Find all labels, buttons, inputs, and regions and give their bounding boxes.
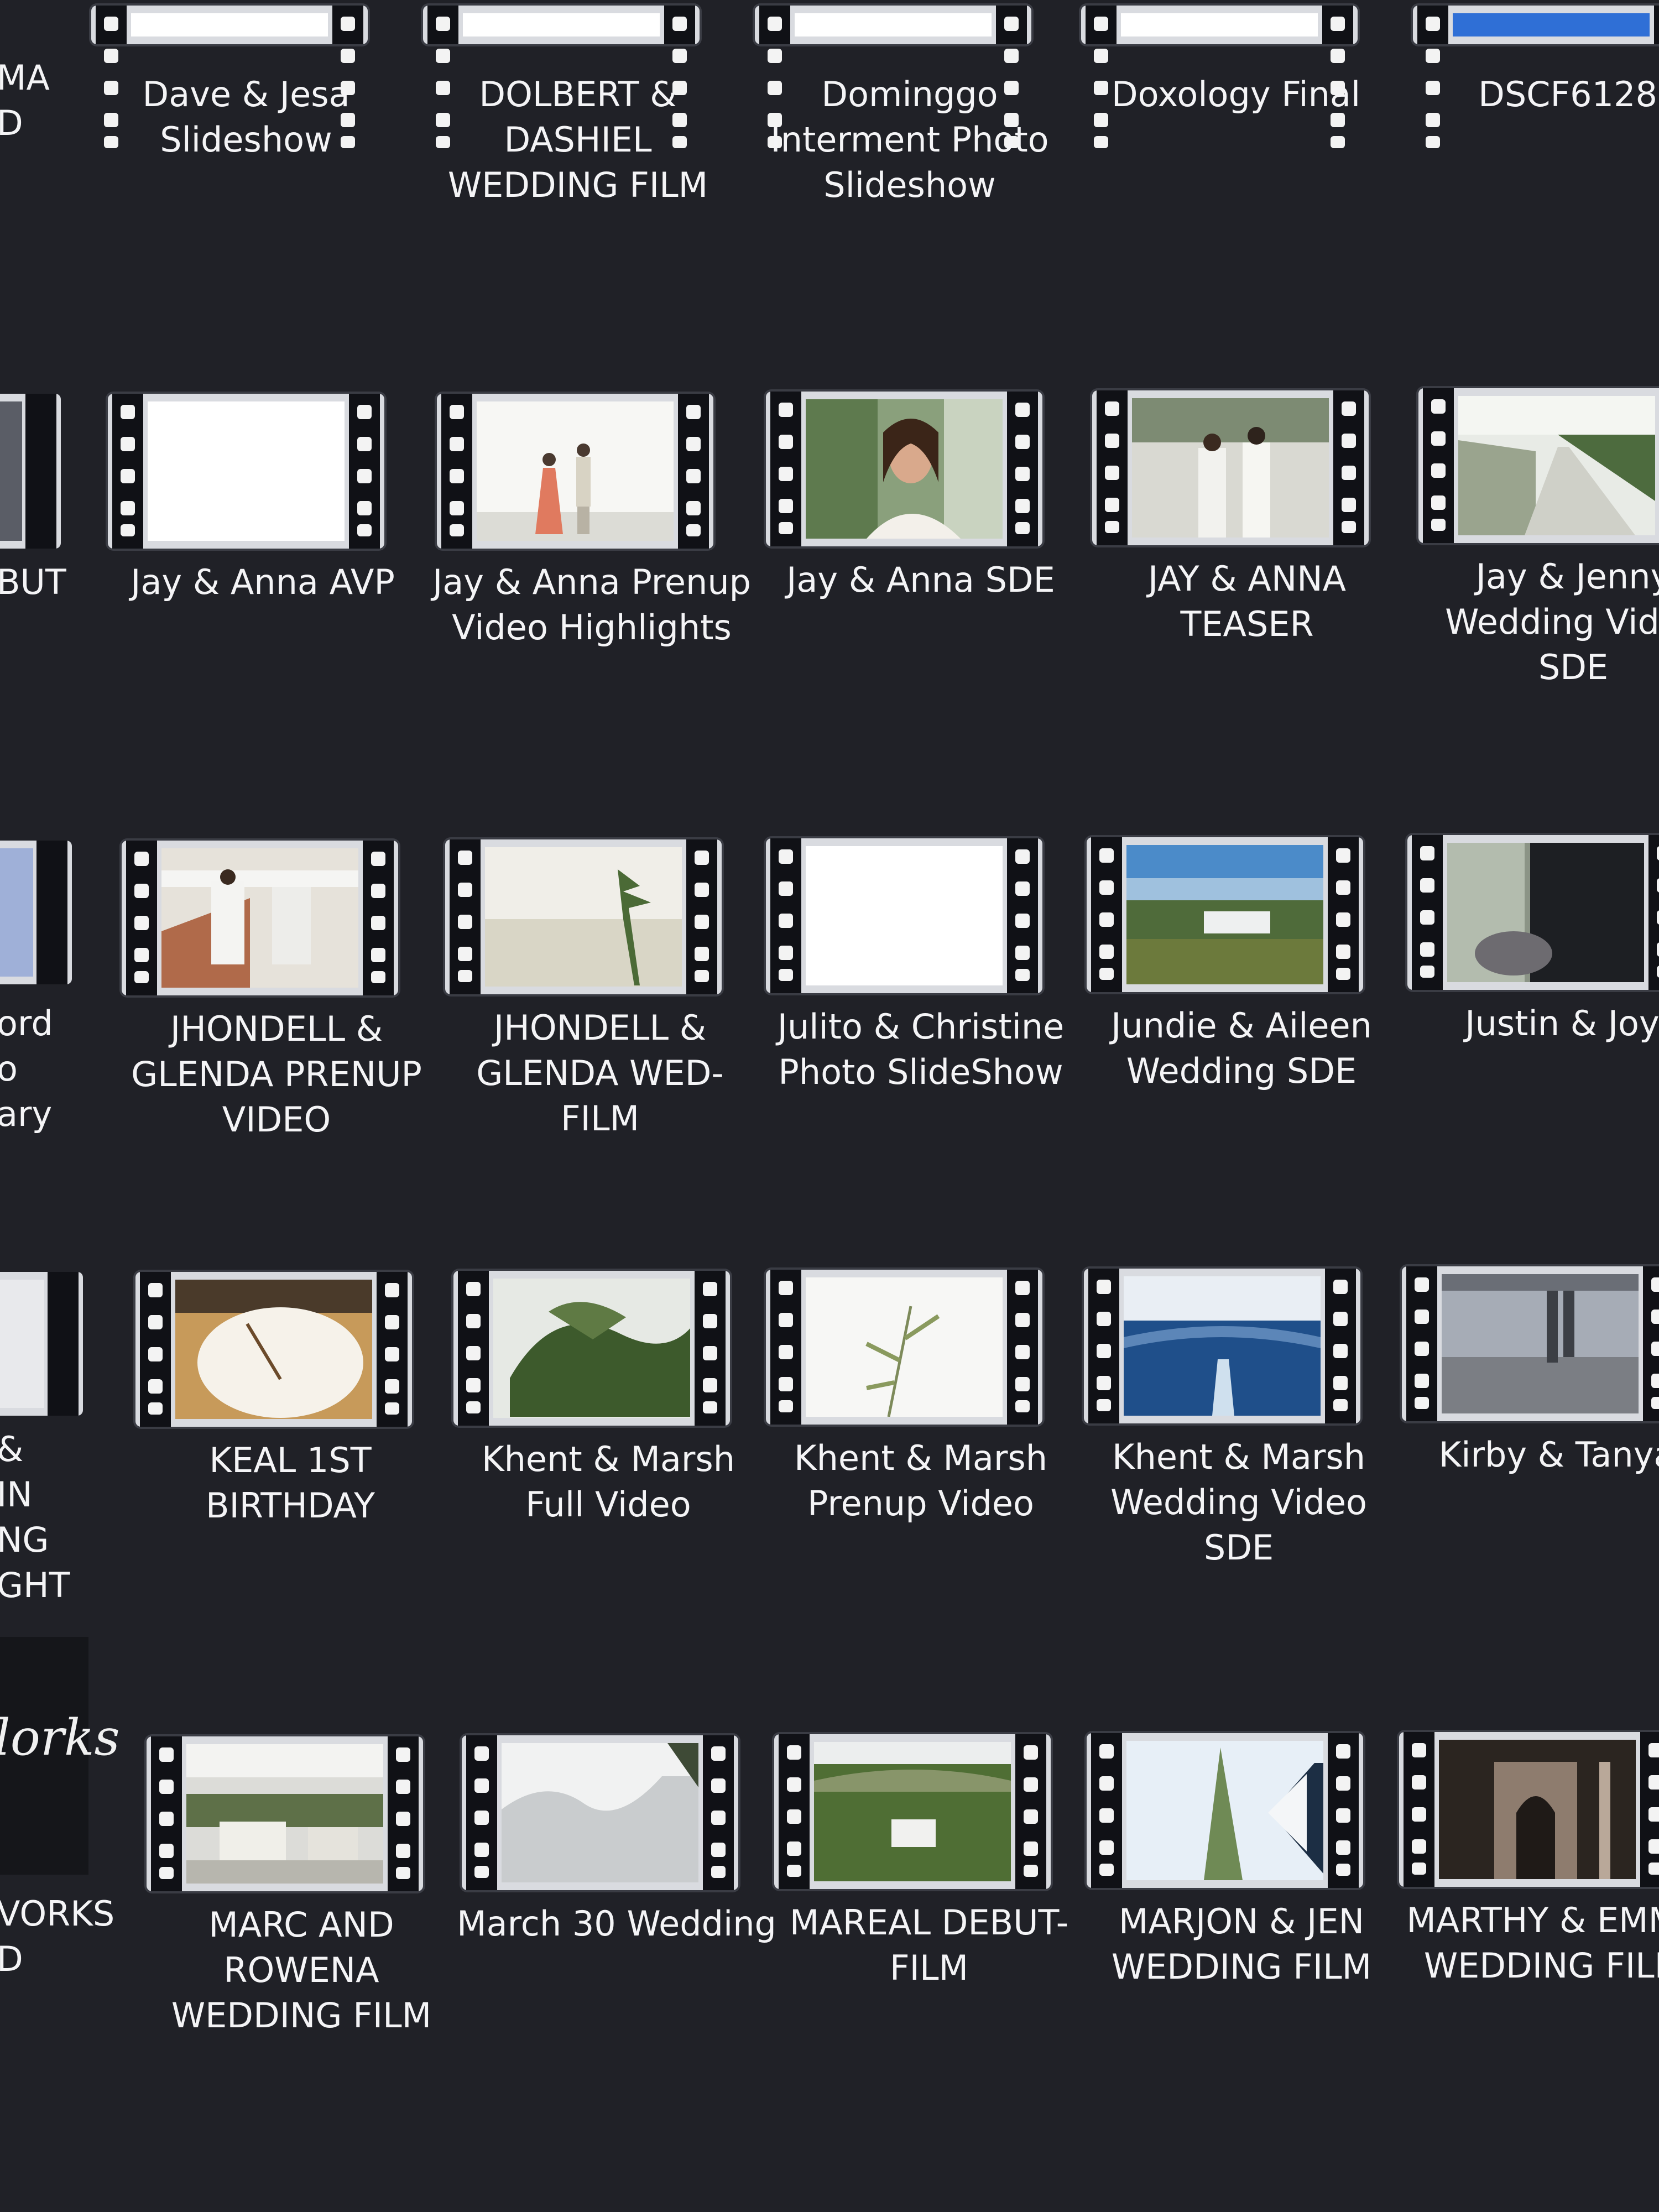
- video-thumbnail: [122, 841, 398, 995]
- video-label: Julito & Christine Photo SlideShow: [777, 1006, 1065, 1092]
- video-thumbnail: [1081, 6, 1358, 148]
- video-thumbnail: [135, 1272, 412, 1427]
- video-thumbnail: [445, 839, 722, 994]
- video-label: Dominggo Interment Photo Slideshow: [770, 74, 1049, 205]
- video-thumbnail: [755, 6, 1031, 148]
- partial-label-row1[interactable]: MA D: [0, 55, 50, 146]
- video-thumbnail: [766, 1270, 1042, 1425]
- partial-label-row4[interactable]: & IN NG GHT: [0, 1427, 70, 1608]
- video-label: JHONDELL & GLENDA WED-FILM: [476, 1008, 724, 1139]
- video-thumbnail: [1084, 1269, 1360, 1423]
- video-label: DOLBERT & DASHIEL WEDDING FILM: [447, 74, 708, 205]
- video-label: MARTHY & EMMA WEDDING FILM: [1406, 1900, 1659, 1986]
- video-label: Jay & Anna SDE: [786, 560, 1055, 600]
- video-thumbnail: [1087, 1733, 1363, 1888]
- video-label: Khent & Marsh Wedding Video SDE: [1110, 1437, 1367, 1568]
- video-label: Khent & Marsh Prenup Video: [794, 1438, 1048, 1524]
- video-label: DSCF6128: [1478, 74, 1657, 114]
- video-thumbnail: [1092, 390, 1369, 545]
- partial-label-row3[interactable]: ord o ary: [0, 1001, 53, 1137]
- video-label: Jay & Anna Prenup Video Highlights: [432, 562, 751, 648]
- video-thumbnail: [766, 392, 1042, 546]
- video-label: Jay & Anna AVP: [131, 562, 395, 602]
- video-label: Justin & Joy: [1465, 1003, 1659, 1044]
- video-label: Dave & Jesa Slideshow: [142, 74, 350, 160]
- video-thumbnail: [462, 1735, 738, 1890]
- partial-thumbnail-row3[interactable]: [0, 841, 72, 984]
- video-thumbnail: [1418, 388, 1659, 543]
- video-thumbnail: [1402, 1266, 1659, 1421]
- video-label: KEAL 1ST BIRTHDAY: [205, 1440, 375, 1526]
- video-label: Doxology Final: [1111, 74, 1361, 114]
- video-label: Jundie & Aileen Wedding SDE: [1111, 1005, 1372, 1091]
- video-thumbnail: [1407, 835, 1659, 990]
- video-thumbnail: [1087, 837, 1363, 992]
- partial-logo-thumbnail[interactable]: lorks: [0, 1637, 120, 1875]
- video-thumbnail: [91, 6, 368, 148]
- video-label: Jay & Jenny Wedding Video SDE: [1445, 556, 1659, 687]
- works-logo-text: lorks: [0, 1709, 120, 1767]
- partial-label-row2[interactable]: BUT: [0, 560, 66, 605]
- video-thumbnail: [108, 394, 384, 549]
- video-thumbnail: [1413, 6, 1659, 148]
- video-label: March 30 Wedding: [457, 1903, 776, 1944]
- video-thumbnail: [453, 1271, 730, 1426]
- video-thumbnail: [147, 1736, 423, 1891]
- video-label: MAREAL DEBUT-FILM: [789, 1902, 1069, 1988]
- video-thumbnail: [766, 838, 1042, 993]
- partial-thumbnail-row4[interactable]: [0, 1272, 83, 1416]
- video-label: JAY & ANNA TEASER: [1147, 559, 1346, 644]
- video-label: JHONDELL & GLENDA PRENUP VIDEO: [131, 1009, 422, 1140]
- partial-label-row5[interactable]: VORKS D: [0, 1891, 114, 1982]
- video-label: Khent & Marsh Full Video: [481, 1439, 735, 1525]
- partial-thumbnail-row2[interactable]: [0, 394, 61, 549]
- video-label: MARJON & JEN WEDDING FILM: [1111, 1901, 1372, 1987]
- video-thumbnail: [437, 394, 713, 549]
- video-thumbnail: [1399, 1732, 1659, 1887]
- video-thumbnail: [423, 6, 700, 148]
- video-label: MARC AND ROWENA WEDDING FILM: [171, 1905, 432, 2036]
- video-thumbnail: [774, 1734, 1051, 1889]
- video-label: Kirby & Tanya: [1438, 1434, 1659, 1475]
